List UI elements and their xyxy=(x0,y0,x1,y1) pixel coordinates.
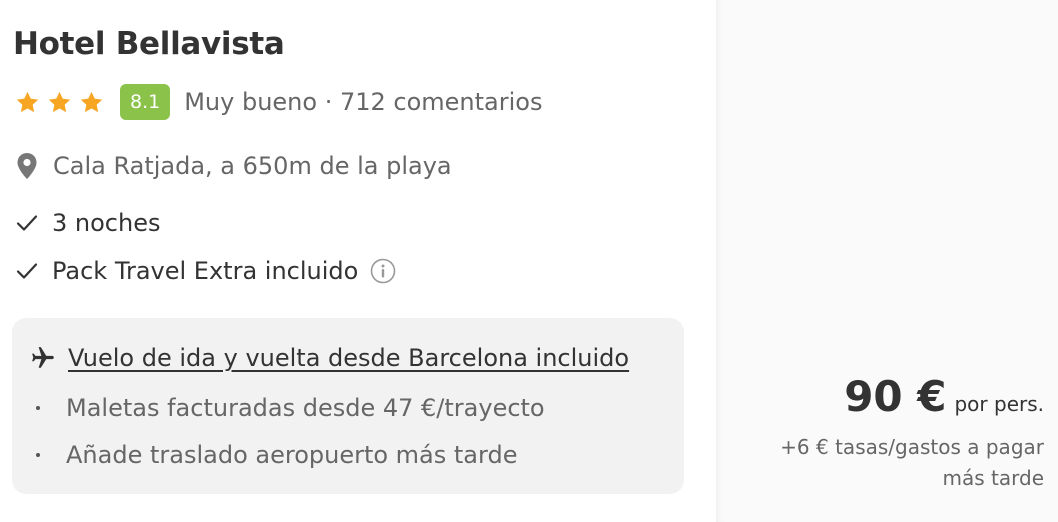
flight-info-box: Vuelo de ida y vuelta desde Barcelona in… xyxy=(12,318,684,494)
feature-row-nights: 3 noches xyxy=(16,207,160,239)
feature-pack: Pack Travel Extra incluido xyxy=(52,257,359,285)
price-line: 90 € por pers. xyxy=(844,372,1044,421)
fees-line-2: más tarde xyxy=(942,466,1044,490)
bullet-dot xyxy=(36,406,40,410)
hotel-title[interactable]: Hotel Bellavista xyxy=(13,26,285,62)
check-icon xyxy=(16,215,38,231)
fees-line-1: +6 € tasas/gastos a pagar xyxy=(780,435,1044,459)
hotel-stars xyxy=(14,89,105,116)
feature-nights: 3 noches xyxy=(52,209,161,237)
location-text: Cala Ratjada, a 650m de la playa xyxy=(53,152,452,180)
price-panel: 90 € por pers. +6 € tasas/gastos a pagar… xyxy=(716,0,1058,522)
transfer-text: Añade traslado aeropuerto más tarde xyxy=(66,441,518,469)
info-icon[interactable] xyxy=(370,258,396,284)
plane-icon xyxy=(32,347,54,368)
flight-bullet-luggage: Maletas facturadas desde 47 €/trayecto xyxy=(36,392,545,424)
hotel-info-panel: Hotel Bellavista 8.1 Muy bueno · 712 com… xyxy=(0,0,716,522)
flight-included-link[interactable]: Vuelo de ida y vuelta desde Barcelona in… xyxy=(68,344,629,372)
price-unit: por pers. xyxy=(954,392,1044,416)
fees-note: +6 € tasas/gastos a pagar más tarde xyxy=(744,432,1044,494)
feature-row-pack: Pack Travel Extra incluido xyxy=(16,255,396,287)
luggage-text: Maletas facturadas desde 47 €/trayecto xyxy=(66,394,545,422)
flight-bullet-transfer: Añade traslado aeropuerto más tarde xyxy=(36,439,517,471)
check-icon xyxy=(16,263,38,279)
star-icon xyxy=(48,91,71,112)
review-summary[interactable]: Muy bueno · 712 comentarios xyxy=(184,88,542,116)
star-icon xyxy=(16,91,39,112)
flight-row: Vuelo de ida y vuelta desde Barcelona in… xyxy=(30,340,629,376)
score-badge: 8.1 xyxy=(120,84,171,120)
location-pin-icon xyxy=(17,153,37,179)
price-amount: 90 € xyxy=(844,372,947,421)
location-row: Cala Ratjada, a 650m de la playa xyxy=(16,150,452,182)
star-icon xyxy=(80,91,103,112)
bullet-dot xyxy=(36,453,40,457)
rating-row: 8.1 Muy bueno · 712 comentarios xyxy=(14,84,542,120)
